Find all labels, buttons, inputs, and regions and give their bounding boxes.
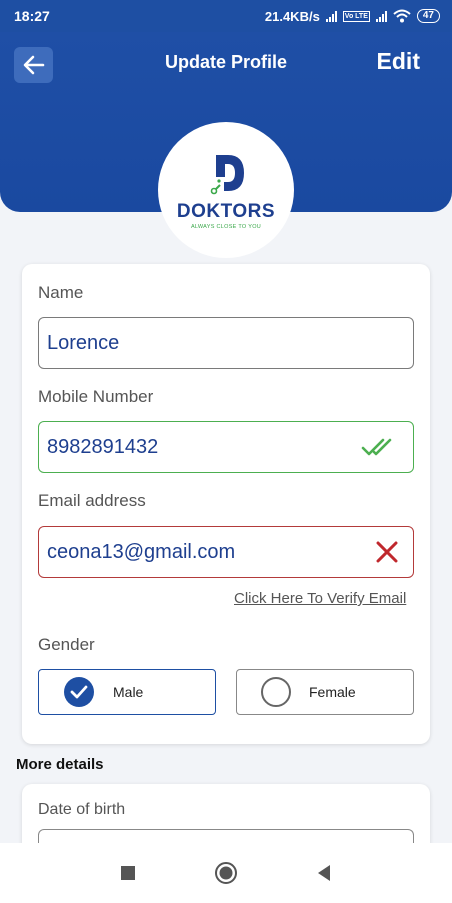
signal-2-icon — [375, 10, 387, 22]
logo-tagline: ALWAYS CLOSE TO YOU — [190, 223, 262, 230]
email-label: Email address — [38, 491, 146, 510]
status-bar: 18:27 21.4KB/s Vo LTE 47 — [0, 0, 452, 32]
status-indicators: 21.4KB/s Vo LTE 47 — [265, 9, 440, 24]
battery-icon: 47 — [416, 9, 440, 23]
logo-brand: DOKTORS — [176, 200, 276, 222]
radio-checked-icon — [64, 677, 94, 707]
gender-option-female[interactable]: Female — [236, 669, 414, 715]
recents-square-icon[interactable] — [120, 865, 136, 881]
back-triangle-icon[interactable] — [316, 864, 332, 882]
gender-option-male[interactable]: Male — [38, 669, 216, 715]
more-details-title: More details — [16, 756, 104, 773]
network-speed: 21.4KB/s — [264, 8, 320, 24]
doktors-logo-icon — [210, 154, 244, 194]
name-value: Lorence — [47, 331, 120, 354]
mobile-field[interactable]: 8982891432 — [38, 421, 414, 473]
profile-avatar[interactable]: DOKTORS ALWAYS CLOSE TO YOU — [158, 122, 294, 258]
status-time: 18:27 — [14, 8, 50, 24]
system-nav-bar — [0, 843, 452, 903]
wifi-icon — [393, 9, 411, 23]
edit-button[interactable]: Edit — [377, 48, 420, 75]
signal-icon — [325, 10, 337, 22]
gender-label: Gender — [38, 635, 95, 654]
close-icon — [376, 541, 398, 563]
gender-male-label: Male — [113, 684, 144, 700]
volte-icon: Vo LTE — [342, 10, 370, 22]
home-circle-icon[interactable] — [214, 861, 238, 885]
mobile-label: Mobile Number — [38, 387, 154, 406]
radio-unchecked-icon — [261, 677, 291, 707]
double-check-icon — [361, 438, 392, 456]
verify-email-link[interactable]: Click Here To Verify Email — [234, 590, 406, 607]
email-field[interactable]: ceona13@gmail.com — [38, 526, 414, 578]
mobile-value: 8982891432 — [47, 435, 159, 458]
email-value: ceona13@gmail.com — [47, 540, 236, 563]
name-label: Name — [38, 283, 84, 302]
dob-label: Date of birth — [38, 801, 126, 818]
gender-female-label: Female — [309, 684, 356, 700]
name-field[interactable]: Lorence — [38, 317, 414, 369]
